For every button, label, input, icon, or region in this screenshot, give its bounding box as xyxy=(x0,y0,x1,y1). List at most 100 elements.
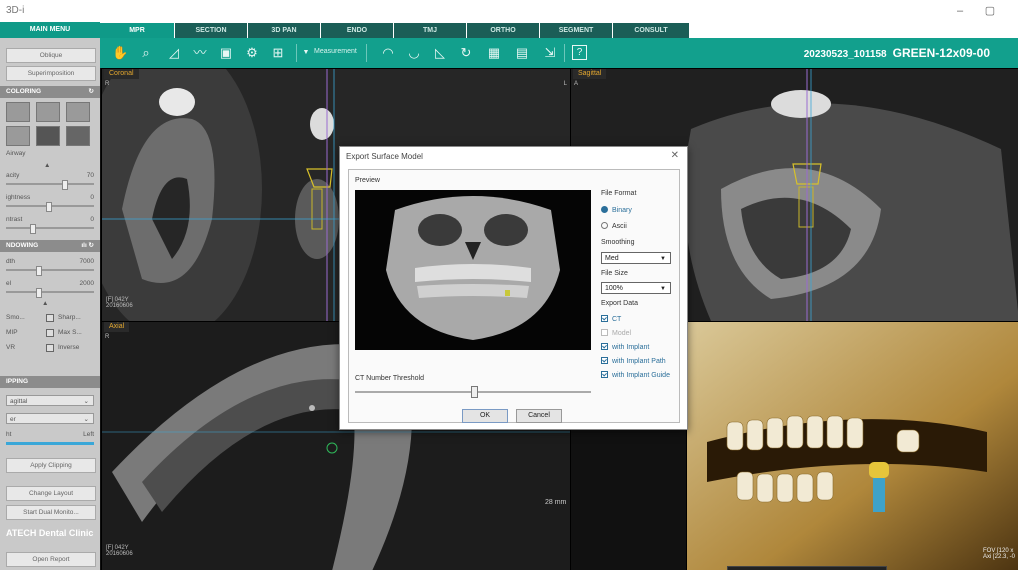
slider-knob[interactable] xyxy=(30,224,36,234)
color-preset-thumb[interactable] xyxy=(36,102,60,122)
measurement-label[interactable]: Measurement xyxy=(314,48,357,55)
close-icon[interactable]: ✕ xyxy=(671,150,679,161)
collapse-arrow-icon[interactable]: ▲ xyxy=(44,162,50,169)
ct-checkbox[interactable]: CT xyxy=(601,315,621,323)
contrast-slider[interactable] xyxy=(6,224,94,234)
level-slider[interactable] xyxy=(6,288,94,298)
curve-icon[interactable]: 〰 xyxy=(192,45,208,61)
export-data-label: Export Data xyxy=(601,300,638,307)
width-slider[interactable] xyxy=(6,266,94,276)
opacity-slider[interactable] xyxy=(6,180,94,190)
opacity-value: 70 xyxy=(86,172,94,179)
color-preset-thumb[interactable] xyxy=(6,126,30,146)
histogram-refresh-icon[interactable]: ılı ↻ xyxy=(81,240,94,252)
tab-consult[interactable]: CONSULT xyxy=(613,23,689,38)
with-implant-checkbox[interactable]: with Implant xyxy=(601,343,649,351)
fov-overlay: FOV [120 x Axi [22.3, -0 xyxy=(982,548,1015,560)
smooth-option[interactable]: Smo... xyxy=(6,314,25,321)
chevron-down-icon: ⌄ xyxy=(83,416,89,423)
refresh-icon[interactable]: ↻ xyxy=(89,86,94,98)
patient-info: 20230523_101158 GREEN-12x09-00 xyxy=(804,46,990,60)
ok-button[interactable]: OK xyxy=(462,409,508,423)
zoom-icon[interactable]: ⌕ xyxy=(138,45,154,61)
tab-section[interactable]: SECTION xyxy=(175,23,247,38)
ct-threshold-knob[interactable] xyxy=(471,386,478,398)
preview-label: Preview xyxy=(355,177,380,184)
gallery-icon[interactable]: ▤ xyxy=(514,45,530,61)
implant-icon[interactable]: ⚙ xyxy=(244,45,260,61)
patient-id: 20230523_101158 xyxy=(803,49,887,60)
clip-mode-select[interactable]: er ⌄ xyxy=(6,413,94,424)
angle-measure-icon[interactable]: ◺ xyxy=(432,45,448,61)
binary-radio[interactable]: Binary xyxy=(601,206,632,214)
cancel-button[interactable]: Cancel xyxy=(516,409,562,423)
patient-name: GREEN-12x09-00 xyxy=(892,46,990,60)
file-size-select[interactable]: 100% ▼ xyxy=(601,282,671,294)
main-toolbar: ✋ ⌕ ◿ 〰 ▣ ⚙ ⊞ ▼ Measurement ◠ ◡ ◺ ↻ ▦ ▤ … xyxy=(100,38,1018,68)
width-label: dth xyxy=(6,258,16,265)
tab-endo[interactable]: ENDO xyxy=(321,23,393,38)
smoothing-select[interactable]: Med ▼ xyxy=(601,252,671,264)
open-report-button[interactable]: Open Report xyxy=(6,552,96,567)
apply-clipping-button[interactable]: Apply Clipping xyxy=(6,458,96,473)
with-implant-guide-label: with Implant Guide xyxy=(612,372,670,379)
ascii-radio[interactable]: Ascii xyxy=(601,222,627,230)
checkbox-checked-icon xyxy=(601,357,608,364)
layout-icon[interactable]: ⊞ xyxy=(270,45,286,61)
clip-mode-value: er xyxy=(10,416,16,423)
angle-icon[interactable]: ◿ xyxy=(166,45,182,61)
title-bar: 3D-i – ▢ xyxy=(0,0,1024,22)
orientation-right: R xyxy=(105,81,110,87)
mip-option[interactable]: MIP xyxy=(6,329,18,336)
with-implant-guide-checkbox[interactable]: with Implant Guide xyxy=(601,371,670,379)
pan-hand-icon[interactable]: ✋ xyxy=(112,45,128,61)
volume-render-viewport[interactable]: FOV [120 x Axi [22.3, -0 xyxy=(686,321,1018,570)
opacity-label: acity xyxy=(6,172,20,179)
tab-mpr[interactable]: MPR xyxy=(100,23,174,38)
slider-knob[interactable] xyxy=(46,202,52,212)
tab-tmj[interactable]: TMJ xyxy=(394,23,466,38)
export-icon[interactable]: ⇲ xyxy=(542,45,558,61)
clip-slider[interactable] xyxy=(6,442,94,445)
color-preset-thumb[interactable] xyxy=(66,126,90,146)
slider-knob[interactable] xyxy=(62,180,68,190)
start-dual-monitor-button[interactable]: Start Dual Monito... xyxy=(6,505,96,520)
color-preset-thumb[interactable] xyxy=(6,102,30,122)
change-layout-button[interactable]: Change Layout xyxy=(6,486,96,501)
oblique-button[interactable]: Oblique xyxy=(6,48,96,63)
clip-plane-select[interactable]: agittal ⌄ xyxy=(6,395,94,406)
with-implant-path-checkbox[interactable]: with Implant Path xyxy=(601,357,666,365)
checkbox-checked-icon xyxy=(601,315,608,322)
main-menu-button[interactable]: MAIN MENU xyxy=(0,22,100,38)
arch-icon[interactable]: ◡ xyxy=(406,45,422,61)
sharp-checkbox[interactable] xyxy=(46,314,54,322)
superimposition-button[interactable]: Superimposition xyxy=(6,66,96,81)
max-s-label: Max S... xyxy=(58,329,82,336)
tab-3d-pan[interactable]: 3D PAN xyxy=(248,23,320,38)
max-s-checkbox[interactable] xyxy=(46,329,54,337)
checkbox-icon xyxy=(601,329,608,336)
contrast-value: 0 xyxy=(90,216,94,223)
slider-knob[interactable] xyxy=(36,266,42,276)
color-preset-thumb[interactable] xyxy=(66,102,90,122)
tab-ortho[interactable]: ORTHO xyxy=(467,23,539,38)
vr-option[interactable]: VR xyxy=(6,344,15,351)
image-icon[interactable]: ▦ xyxy=(486,45,502,61)
brightness-slider[interactable] xyxy=(6,202,94,212)
restore-button[interactable]: ▢ xyxy=(978,3,1002,19)
file-format-label: File Format xyxy=(601,190,637,197)
tab-segment[interactable]: SEGMENT xyxy=(540,23,612,38)
inverse-checkbox[interactable] xyxy=(46,344,54,352)
color-preset-thumb[interactable] xyxy=(36,126,60,146)
model-checkbox[interactable]: Model xyxy=(601,329,631,337)
ascii-label: Ascii xyxy=(612,223,627,230)
nerve-icon[interactable]: ◠ xyxy=(380,45,396,61)
dropdown-arrow-icon[interactable]: ▼ xyxy=(298,45,314,61)
minimize-button[interactable]: – xyxy=(948,3,972,19)
help-icon[interactable]: ? xyxy=(572,45,587,60)
slider-knob[interactable] xyxy=(36,288,42,298)
reset-icon[interactable]: ↻ xyxy=(458,45,474,61)
capture-icon[interactable]: ▣ xyxy=(218,45,234,61)
brightness-label: ightness xyxy=(6,194,31,201)
collapse-arrow-icon[interactable]: ▲ xyxy=(42,300,48,307)
